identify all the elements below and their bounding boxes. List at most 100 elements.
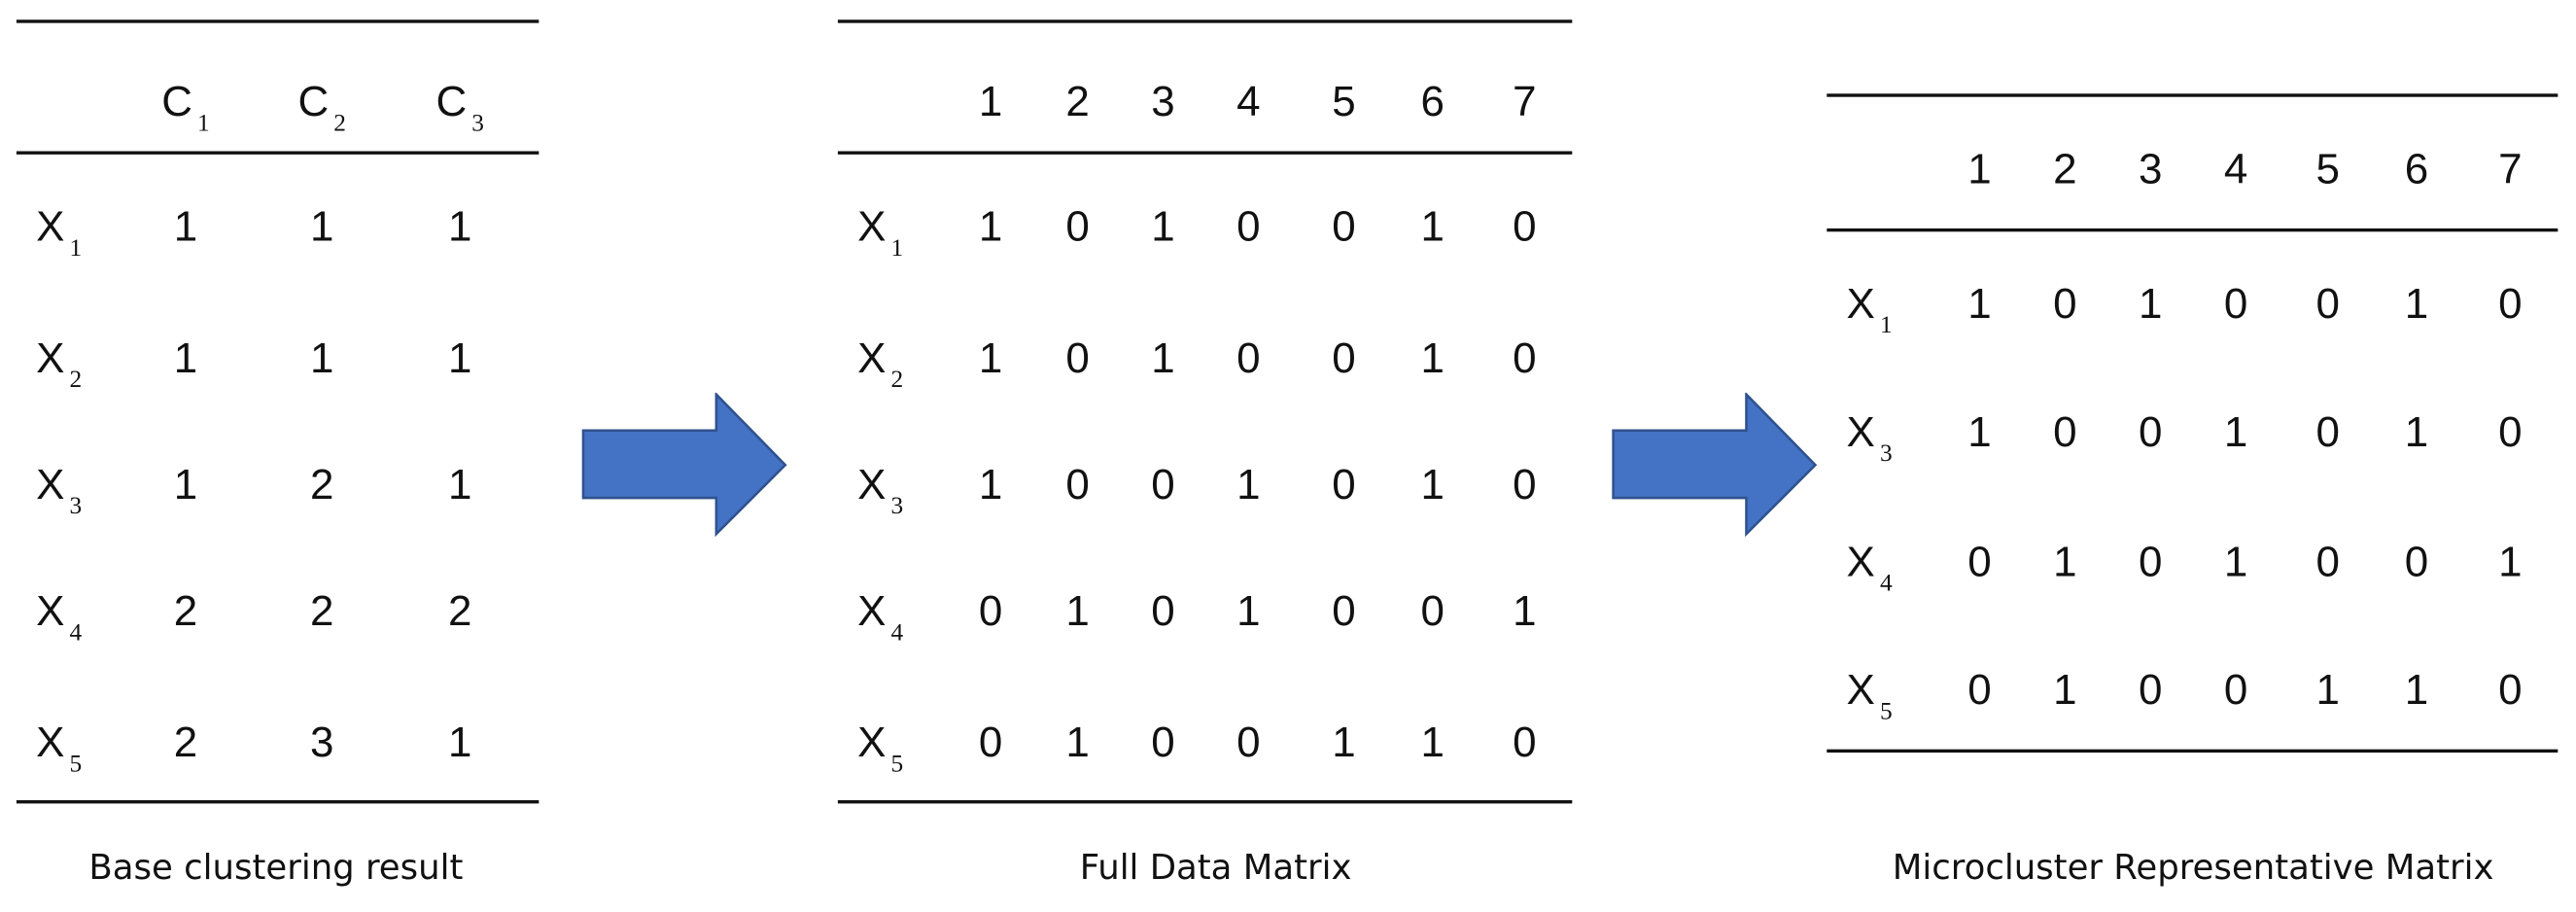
row-label: X5 xyxy=(36,717,82,779)
row-label: X3 xyxy=(857,459,903,520)
row-label-subscript: 1 xyxy=(1879,312,1893,339)
column-header: C1 xyxy=(161,76,209,138)
table-cell: 1 xyxy=(1420,333,1445,382)
rule-top xyxy=(16,19,540,23)
table-cell: 2 xyxy=(310,585,334,636)
table-cell: 1 xyxy=(1236,459,1261,509)
table-cell: 1 xyxy=(447,201,472,251)
column-header-text: 4 xyxy=(1236,76,1261,126)
table-cell: 1 xyxy=(1967,406,1992,456)
table-cell: 0 xyxy=(1151,459,1175,509)
table-cell: 0 xyxy=(1151,717,1175,767)
table-cell: 1 xyxy=(1420,201,1445,251)
column-header-text: C xyxy=(297,76,330,126)
row-label-subscript: 1 xyxy=(69,235,83,263)
table-cell: 0 xyxy=(1151,585,1175,636)
table-cell: 0 xyxy=(2223,664,2248,715)
row-label-text: X xyxy=(36,585,65,636)
row-label: X4 xyxy=(857,585,903,647)
row-label-subscript: 5 xyxy=(69,752,83,779)
table-cell: 0 xyxy=(1065,201,1090,251)
table-cell: 0 xyxy=(1332,333,1356,382)
microcluster-representative-table: 1234567X11010010X31001010X40101001X50100… xyxy=(1827,0,2559,912)
column-header-text: 3 xyxy=(2138,143,2163,193)
column-header: 2 xyxy=(1065,77,1089,127)
row-label-subscript: 1 xyxy=(890,235,904,263)
table-cell: 1 xyxy=(978,201,1003,251)
table-cell: 0 xyxy=(2138,406,2163,456)
table-cell: 1 xyxy=(310,333,334,382)
table-cell: 1 xyxy=(1065,585,1090,636)
row-label-text: X xyxy=(857,201,887,251)
column-header-text: 1 xyxy=(978,76,1003,126)
table-cell: 0 xyxy=(2498,406,2523,456)
table-cell: 0 xyxy=(1967,536,1992,586)
rule-header xyxy=(837,151,1573,155)
row-label-text: X xyxy=(1846,536,1875,586)
column-header-text: 2 xyxy=(1065,76,1090,126)
table-cell: 2 xyxy=(310,459,334,509)
table-cell: 1 xyxy=(1065,717,1090,767)
column-header: 3 xyxy=(2139,144,2162,194)
table-cell: 1 xyxy=(173,459,198,509)
table-cell: 1 xyxy=(173,333,198,382)
table-cell: 0 xyxy=(2315,406,2340,456)
row-label-text: X xyxy=(1846,278,1875,329)
table-cell: 1 xyxy=(978,333,1003,382)
table-cell: 1 xyxy=(447,333,472,382)
row-label-subscript: 3 xyxy=(1879,440,1893,468)
table-cell: 1 xyxy=(2223,536,2248,586)
row-label-text: X xyxy=(857,333,887,382)
column-header-text: C xyxy=(161,76,192,126)
rule-bottom xyxy=(1827,749,2559,754)
row-label-text: X xyxy=(857,717,887,767)
row-label-text: X xyxy=(36,717,65,767)
table-cell: 1 xyxy=(1151,333,1175,382)
table-cell: 0 xyxy=(2223,278,2248,329)
row-label: X1 xyxy=(36,201,82,263)
table-cell: 2 xyxy=(173,585,198,636)
table-cell: 0 xyxy=(1967,664,1992,715)
table-cell: 1 xyxy=(2498,536,2523,586)
full-data-matrix-table: 1234567X11010010X21010010X31001010X40101… xyxy=(837,0,1573,912)
rule-bottom xyxy=(837,800,1573,804)
column-header-text: 2 xyxy=(2053,143,2077,193)
table-cell: 1 xyxy=(1967,278,1992,329)
rule-top xyxy=(837,19,1573,23)
row-label: X5 xyxy=(857,717,903,779)
diagram: C1C2C3X1111X2111X3121X4222X5231 1234567X… xyxy=(0,0,2576,912)
row-label-subscript: 4 xyxy=(69,619,83,648)
column-header-text: C xyxy=(435,76,468,126)
table-cell: 0 xyxy=(2404,536,2429,586)
rule-bottom xyxy=(16,800,540,804)
column-header: 7 xyxy=(2498,144,2522,194)
row-label-text: X xyxy=(857,459,887,509)
row-label: X2 xyxy=(857,333,903,394)
table-cell: 1 xyxy=(2404,406,2429,456)
column-header: 1 xyxy=(1967,144,1991,194)
column-header-text: 7 xyxy=(1513,76,1537,126)
table-cell: 1 xyxy=(2053,536,2077,586)
row-label: X1 xyxy=(1846,278,1893,339)
column-header-text: 1 xyxy=(1967,143,1992,193)
column-header: 6 xyxy=(1420,77,1444,127)
table-cell: 0 xyxy=(1332,585,1356,636)
column-header-text: 3 xyxy=(1151,76,1175,126)
rule-top xyxy=(1827,93,2559,97)
right-arrow-icon xyxy=(581,392,787,538)
row-label-text: X xyxy=(36,201,65,251)
table-cell: 2 xyxy=(447,585,472,636)
table-cell: 0 xyxy=(1513,333,1537,382)
table-cell: 1 xyxy=(310,201,334,251)
table-cell: 0 xyxy=(2053,278,2077,329)
row-label-text: X xyxy=(1846,406,1875,456)
right-arrow-icon xyxy=(1612,392,1818,538)
table-cell: 0 xyxy=(1332,201,1356,251)
column-header-subscript: 1 xyxy=(197,111,210,138)
table-cell: 1 xyxy=(173,201,198,251)
table-cell: 0 xyxy=(1065,459,1090,509)
table-cell: 1 xyxy=(2315,664,2340,715)
column-header: 7 xyxy=(1513,77,1536,127)
row-label: X5 xyxy=(1847,665,1893,726)
column-header: 4 xyxy=(1236,77,1260,127)
